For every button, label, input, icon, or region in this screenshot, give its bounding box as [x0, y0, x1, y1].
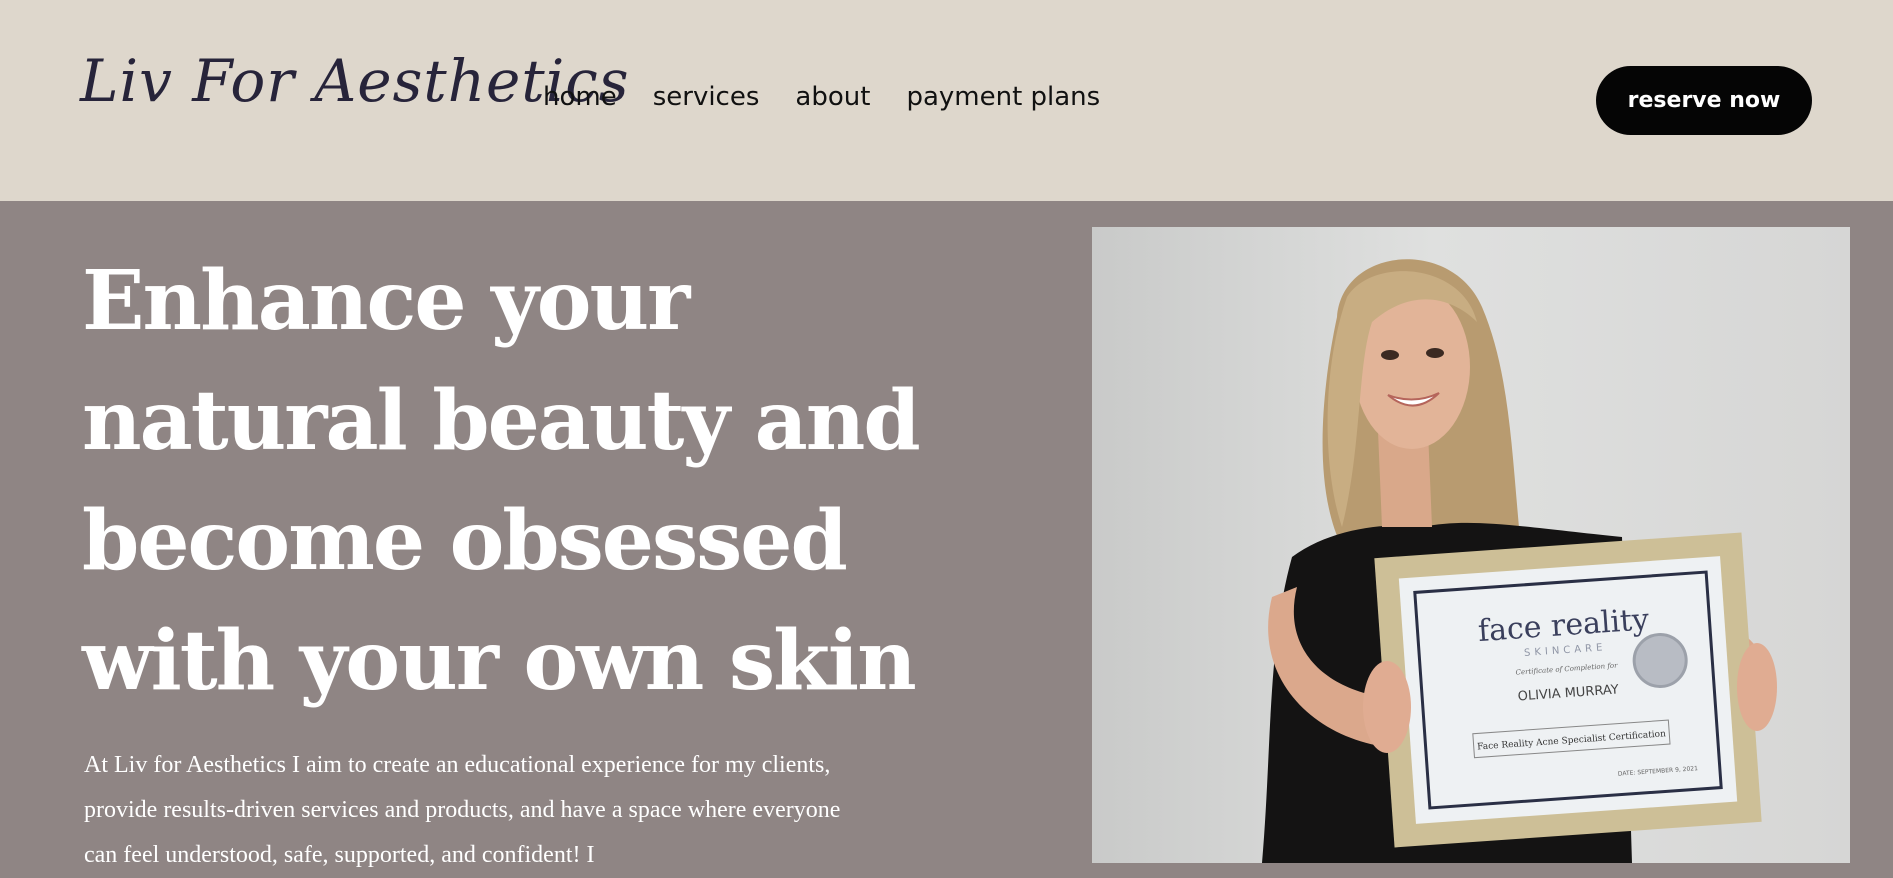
hero-headline: Enhance your natural beauty and become o… [82, 241, 921, 721]
nav-payment-plans[interactable]: payment plans [906, 82, 1100, 112]
site-header: Liv For Aesthetics home services about p… [0, 0, 1893, 201]
headline-line-4: with your own skin [82, 613, 917, 709]
main-nav: home services about payment plans [543, 82, 1136, 112]
photo-illustration: face reality SKINCARE Certificate of Com… [1262, 259, 1777, 863]
nav-home[interactable]: home [543, 82, 617, 112]
headline-line-1: Enhance your [82, 253, 690, 349]
nav-about[interactable]: about [795, 82, 870, 112]
reserve-now-button[interactable]: reserve now [1596, 66, 1812, 135]
headline-line-3: become obsessed [82, 493, 848, 589]
hand-left [1363, 661, 1411, 753]
hand-right [1737, 643, 1777, 731]
hero-intro-text: At Liv for Aesthetics I aim to create an… [84, 752, 841, 868]
hero-photo: face reality SKINCARE Certificate of Com… [1092, 227, 1850, 863]
nav-services[interactable]: services [653, 82, 760, 112]
certificate-seal [1632, 632, 1688, 688]
headline-line-2: natural beauty and [82, 373, 921, 469]
eye-right [1426, 348, 1444, 358]
eye-left [1381, 350, 1399, 360]
